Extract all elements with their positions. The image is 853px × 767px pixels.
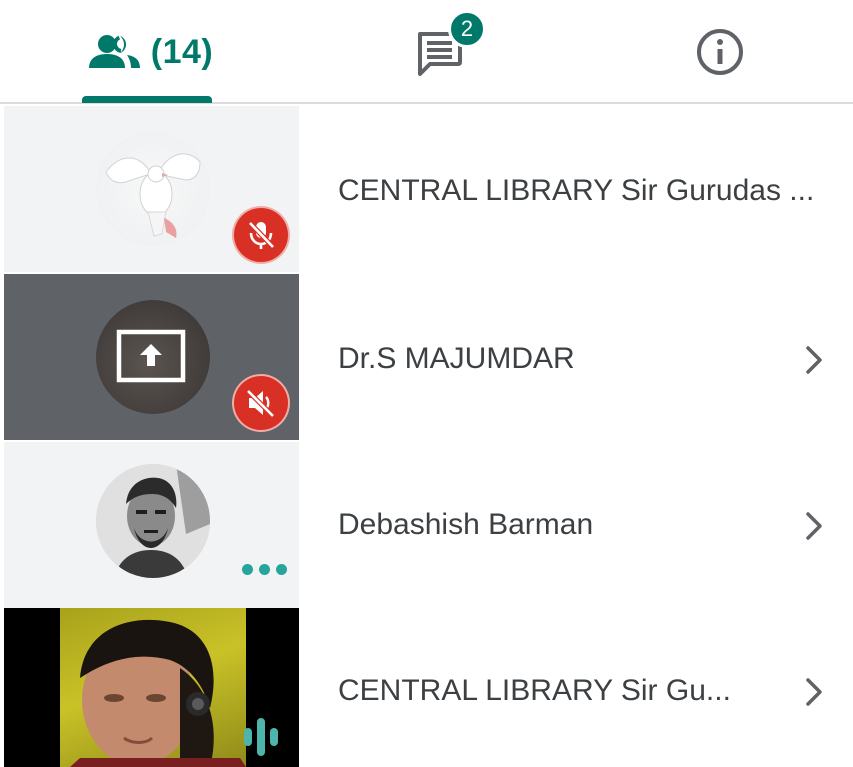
participant-tile — [4, 106, 299, 272]
chat-unread-badge: 2 — [448, 10, 486, 48]
chevron-right-icon[interactable] — [800, 672, 830, 712]
participant-name: CENTRAL LIBRARY Sir Gurudas ... — [338, 174, 815, 207]
participant-tile — [4, 608, 299, 767]
participant-name: CENTRAL LIBRARY Sir Gu... — [338, 674, 731, 707]
chevron-right-icon[interactable] — [800, 506, 830, 546]
tab-chat[interactable] — [380, 0, 500, 104]
screen-share-icon — [116, 329, 186, 383]
volume-off-icon — [232, 374, 290, 432]
participant-row[interactable]: CENTRAL LIBRARY Sir Gu... — [0, 608, 853, 767]
screen-share-avatar — [96, 300, 210, 414]
participant-tile — [4, 442, 299, 608]
participant-row[interactable]: Dr.S MAJUMDAR — [0, 274, 853, 440]
tab-info[interactable] — [660, 0, 780, 104]
participant-name: Debashish Barman — [338, 508, 594, 541]
tab-people[interactable]: (14) — [70, 0, 230, 104]
participant-row[interactable]: Debashish Barman — [0, 442, 853, 608]
tab-selected-indicator — [82, 96, 212, 103]
speaking-icon — [244, 718, 278, 756]
participant-row[interactable]: CENTRAL LIBRARY Sir Gurudas ... — [0, 106, 853, 272]
dove-photo — [96, 132, 210, 246]
more-dots-icon — [242, 564, 287, 575]
participant-name: Dr.S MAJUMDAR — [338, 342, 575, 375]
live-video — [60, 608, 246, 767]
tab-bar: (14) 2 — [0, 0, 853, 104]
profile-photo — [96, 464, 210, 578]
people-icon — [88, 35, 140, 68]
participant-count: (14) — [150, 32, 214, 71]
participant-tile — [4, 274, 299, 440]
mic-off-icon — [232, 206, 290, 264]
info-icon — [697, 29, 743, 75]
chevron-right-icon[interactable] — [800, 340, 830, 380]
